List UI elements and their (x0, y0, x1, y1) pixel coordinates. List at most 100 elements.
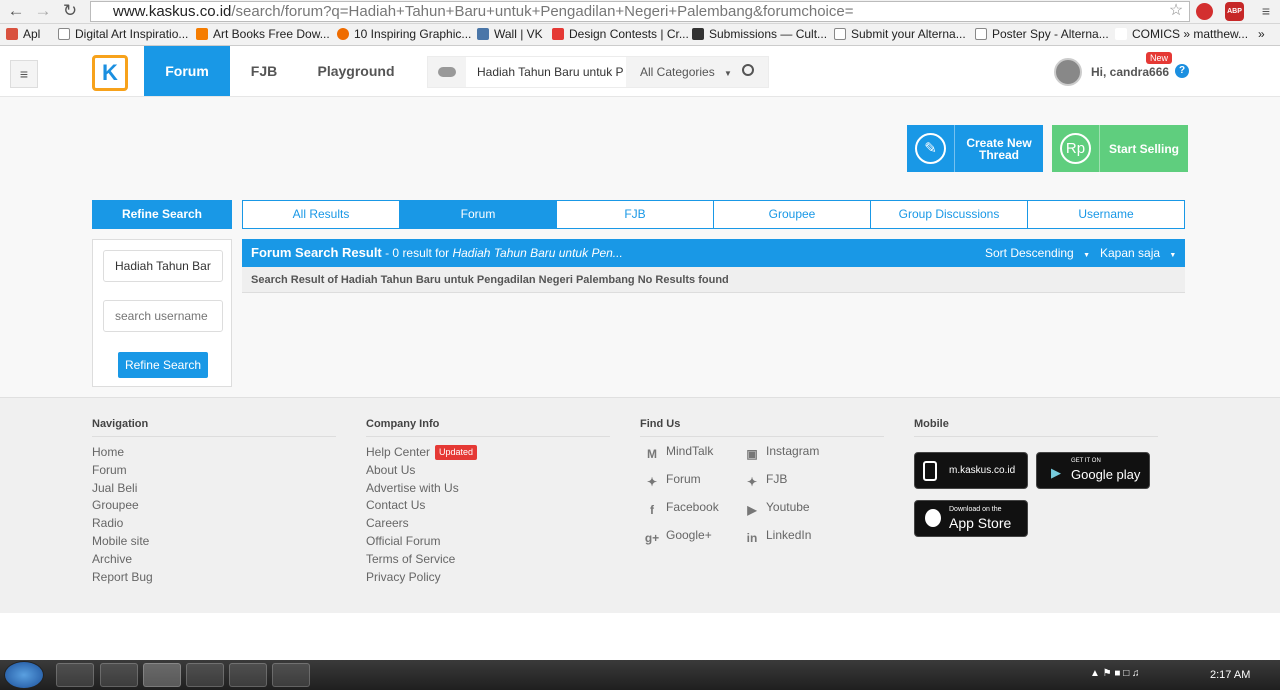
footer-link-groupee[interactable]: Groupee (92, 497, 336, 515)
footer-link-privacy[interactable]: Privacy Policy (366, 569, 610, 587)
google-play-button[interactable]: ▶ GET IT ON Google play (1036, 452, 1150, 489)
explorer-icon[interactable] (56, 663, 94, 687)
tab-username[interactable]: Username (1028, 201, 1184, 228)
url-path: /search/forum?q=Hadiah+Tahun+Baru+untuk+… (231, 3, 854, 20)
find-instagram[interactable]: ▣ Instagram (744, 444, 819, 463)
query-input[interactable] (103, 250, 223, 282)
bookmark-item[interactable]: Digital Art Inspiratio... (58, 27, 188, 41)
bookmark-item[interactable]: Wall | VK (477, 27, 543, 41)
app-store-button[interactable]: Download on the App Store (914, 500, 1028, 537)
taskbar: ▲ ⚑ ■ □ ♫ 2:17 AM (0, 660, 1280, 690)
find-forum[interactable]: ✦ Forum (644, 472, 701, 491)
refine-search-heading: Refine Search (92, 200, 232, 229)
footer-find-us: Find Us M MindTalk ▣ Instagram ✦ Forum ✦ FJB… (640, 418, 884, 568)
tab-all-results[interactable]: All Results (243, 201, 400, 228)
footer-link-report-bug[interactable]: Report Bug (92, 569, 336, 587)
footer-link-careers[interactable]: Careers (366, 515, 610, 533)
user-greeting[interactable]: Hi, candra666 (1091, 65, 1169, 79)
star-icon[interactable]: ☆ (1164, 0, 1188, 22)
clock[interactable]: 2:17 AM (1210, 669, 1250, 681)
hamburger-icon[interactable]: ≡ (10, 60, 38, 88)
kaskus-logo[interactable]: K (92, 55, 128, 91)
footer-link-contact[interactable]: Contact Us (366, 497, 610, 515)
nav-fjb[interactable]: FJB (238, 46, 290, 96)
bookmark-apps[interactable]: Apl (6, 27, 40, 41)
footer-link-advertise[interactable]: Advertise with Us (366, 480, 610, 498)
footer-link-about[interactable]: About Us (366, 462, 610, 480)
find-fjb[interactable]: ✦ FJB (744, 472, 787, 491)
find-google-plus[interactable]: g+ Google+ (644, 528, 712, 547)
photoshop-icon[interactable] (229, 663, 267, 687)
footer-link-home[interactable]: Home (92, 444, 336, 462)
app-icon[interactable] (272, 663, 310, 687)
tray-icons[interactable]: ▲ ⚑ ■ □ ♫ (1090, 668, 1140, 679)
adblock-icon[interactable]: ABP (1225, 2, 1244, 21)
search-input[interactable] (466, 57, 626, 87)
avatar[interactable] (1054, 58, 1082, 86)
username-input[interactable] (103, 300, 223, 332)
refine-search-panel: Refine Search (92, 239, 232, 387)
footer-link-jual-beli[interactable]: Jual Beli (92, 480, 336, 498)
updated-badge: Updated (435, 445, 478, 460)
start-button[interactable] (4, 661, 44, 689)
back-icon[interactable]: ← (4, 0, 28, 22)
search-icon[interactable] (742, 64, 754, 76)
time-dropdown[interactable]: Kapan saja ▼ (1100, 239, 1176, 270)
bookmark-item[interactable]: Art Books Free Dow... (196, 27, 330, 41)
chrome-icon[interactable] (143, 663, 181, 687)
bookmark-item[interactable]: COMICS » matthew... (1115, 27, 1248, 41)
linkedin-icon: in (746, 531, 758, 545)
facebook-icon: f (650, 503, 654, 517)
create-thread-button[interactable]: ✎ Create New Thread (907, 125, 1043, 172)
phone-icon (923, 461, 937, 481)
sort-dropdown[interactable]: Sort Descending ▼ (985, 239, 1090, 270)
chat-icon[interactable] (438, 67, 456, 77)
bookmarks-overflow-icon[interactable]: » (1258, 27, 1265, 41)
find-linkedin[interactable]: in LinkedIn (744, 528, 812, 547)
tab-groupee[interactable]: Groupee (714, 201, 871, 228)
twitter-icon: ✦ (646, 475, 658, 489)
bookmark-item[interactable]: Submit your Alterna... (834, 27, 966, 41)
nav-playground[interactable]: Playground (307, 46, 405, 96)
result-header: Forum Search Result - 0 result for Hadia… (242, 239, 1185, 267)
reload-icon[interactable]: ↻ (58, 0, 82, 22)
bookmarks-bar: Apl Digital Art Inspiratio... Art Books … (0, 24, 1280, 46)
help-icon[interactable]: ? (1175, 64, 1189, 78)
nav-forum[interactable]: Forum (144, 46, 230, 96)
instagram-icon: ▣ (746, 447, 758, 461)
footer-link-radio[interactable]: Radio (92, 515, 336, 533)
tab-group-discussions[interactable]: Group Discussions (871, 201, 1028, 228)
footer-link-forum[interactable]: Forum (92, 462, 336, 480)
footer-link-help-center[interactable]: Help Center Updated (366, 444, 610, 462)
mobile-site-button[interactable]: m.kaskus.co.id (914, 452, 1028, 489)
footer-link-terms[interactable]: Terms of Service (366, 551, 610, 569)
bookmark-item[interactable]: Poster Spy - Alterna... (975, 27, 1109, 41)
start-selling-button[interactable]: Rp Start Selling (1052, 125, 1188, 172)
twitter-icon: ✦ (746, 475, 758, 489)
bookmark-item[interactable]: Submissions — Cult... (692, 27, 827, 41)
category-select[interactable]: All Categories ▼ (640, 57, 732, 87)
tab-fjb[interactable]: FJB (557, 201, 714, 228)
play-icon: ▶ (1051, 465, 1061, 480)
footer-link-archive[interactable]: Archive (92, 551, 336, 569)
footer-link-official-forum[interactable]: Official Forum (366, 533, 610, 551)
address-bar[interactable]: www.kaskus.co.id/search/forum?q=Hadiah+T… (90, 1, 1190, 22)
find-youtube[interactable]: ▶ Youtube (744, 500, 809, 519)
forward-icon[interactable]: → (31, 0, 55, 22)
refine-search-button[interactable]: Refine Search (118, 352, 208, 378)
result-title: Forum Search Result (251, 245, 382, 260)
bookmark-item[interactable]: 10 Inspiring Graphic... (337, 27, 471, 41)
extension-icon[interactable] (1196, 3, 1213, 20)
footer-company: Company Info Help Center Updated About Us… (366, 418, 610, 586)
app-icon[interactable] (186, 663, 224, 687)
bookmark-item[interactable]: Design Contests | Cr... (552, 27, 689, 41)
footer-link-mobile-site[interactable]: Mobile site (92, 533, 336, 551)
find-facebook[interactable]: f Facebook (644, 500, 719, 519)
google-plus-icon: g+ (644, 531, 660, 545)
tab-forum[interactable]: Forum (400, 201, 557, 228)
browser-toolbar: ← → ↻ www.kaskus.co.id/search/forum?q=Ha… (0, 0, 1280, 24)
find-mindtalk[interactable]: M MindTalk (644, 444, 713, 463)
app-icon[interactable] (100, 663, 138, 687)
chevron-down-icon: ▼ (1083, 252, 1090, 259)
menu-icon[interactable]: ≡ (1254, 0, 1278, 22)
